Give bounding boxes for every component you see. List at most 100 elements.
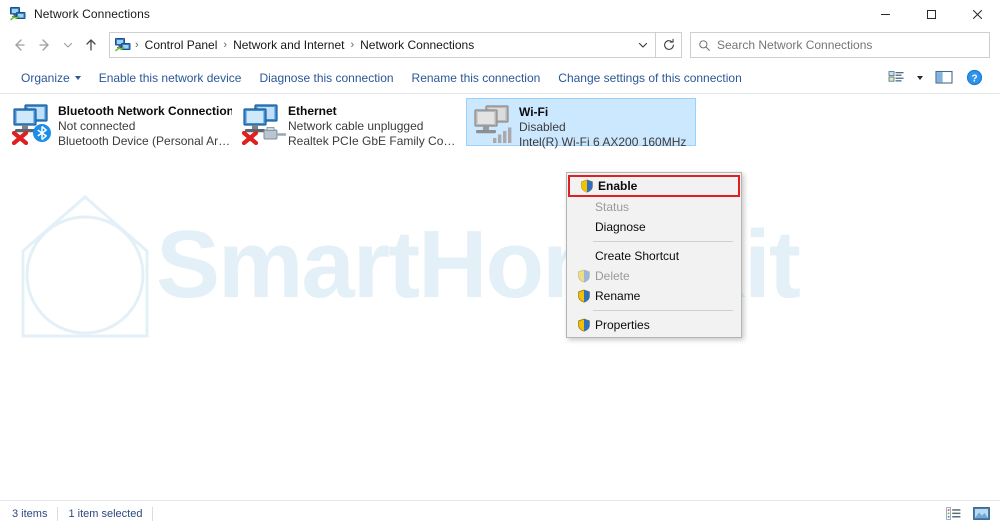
connection-status: Network cable unplugged <box>288 119 424 133</box>
refresh-button[interactable] <box>656 32 682 58</box>
window-controls <box>862 0 1000 28</box>
up-arrow-icon <box>86 39 96 51</box>
context-menu-label: Create Shortcut <box>595 249 680 263</box>
connection-name: Wi-Fi <box>519 105 549 119</box>
organize-button[interactable]: Organize <box>12 66 90 90</box>
rename-connection-button[interactable]: Rename this connection <box>403 66 550 90</box>
window-title: Network Connections <box>34 7 150 21</box>
breadcrumb-separator: › <box>223 39 228 51</box>
breadcrumb-separator: › <box>350 39 355 51</box>
ethernet-cable-icon <box>263 127 287 140</box>
large-icons-view-icon <box>972 507 990 520</box>
minimize-icon <box>880 13 890 15</box>
network-adapter-icon <box>471 102 519 146</box>
back-arrow-icon <box>15 39 25 51</box>
context-menu-label: Delete <box>595 269 630 283</box>
network-connections-icon <box>10 7 26 21</box>
view-options-dropdown[interactable] <box>912 65 928 91</box>
context-menu-item-enable[interactable]: Enable <box>568 175 740 197</box>
context-menu-item-properties[interactable]: Properties <box>567 315 741 335</box>
connection-status: Disabled <box>519 120 566 134</box>
connection-item-wifi[interactable]: Wi-Fi Disabled Intel(R) Wi-Fi 6 AX200 16… <box>466 98 696 149</box>
connection-text-ethernet: Ethernet Network cable unplugged Realtek… <box>288 101 462 149</box>
navigation-bar: › Control Panel › Network and Internet ›… <box>0 28 1000 62</box>
chevron-down-icon <box>638 42 648 48</box>
diagnose-connection-button[interactable]: Diagnose this connection <box>250 66 402 90</box>
network-connections-window: Network Connections › Control Panel › Ne… <box>0 0 1000 526</box>
maximize-button[interactable] <box>908 0 954 28</box>
breadcrumb-network-connections[interactable]: Network Connections <box>356 36 478 54</box>
maximize-icon <box>926 9 936 19</box>
smart-home-logo <box>21 195 149 338</box>
connection-device: Bluetooth Device (Personal Area ... <box>58 134 232 148</box>
details-view-button[interactable] <box>942 504 964 524</box>
context-menu-label: Status <box>595 200 630 214</box>
address-bar[interactable]: › Control Panel › Network and Internet ›… <box>109 32 656 58</box>
chevron-down-icon <box>74 75 81 80</box>
connection-status: Not connected <box>58 119 136 133</box>
search-input[interactable] <box>717 38 989 52</box>
network-connections-icon <box>115 38 131 52</box>
context-menu-item-create-shortcut[interactable]: Create Shortcut <box>567 246 741 266</box>
view-options-icon <box>888 70 903 82</box>
search-box[interactable] <box>690 32 990 58</box>
status-bar: 3 items 1 item selected <box>0 500 1000 526</box>
details-view-icon <box>945 507 960 520</box>
context-menu-separator <box>593 241 733 242</box>
preview-pane-icon <box>935 70 953 84</box>
context-menu-label: Enable <box>598 179 638 193</box>
selection-count-label: 1 item selected <box>68 507 143 520</box>
context-menu-item-diagnose[interactable]: Diagnose <box>567 217 741 237</box>
back-button[interactable] <box>6 32 32 58</box>
view-options-button[interactable] <box>882 65 910 91</box>
view-toggle-group <box>942 504 992 524</box>
connection-item-bluetooth[interactable]: Bluetooth Network Connection Not connect… <box>6 98 236 148</box>
context-menu-item-status: Status <box>567 197 741 217</box>
status-divider <box>57 506 59 521</box>
title-bar: Network Connections <box>0 0 1000 28</box>
item-count-label: 3 items <box>12 507 48 520</box>
network-adapter-icon <box>240 101 288 146</box>
context-menu-item-delete: Delete <box>567 266 741 286</box>
change-settings-button[interactable]: Change settings of this connection <box>549 66 750 90</box>
preview-pane-button[interactable] <box>930 65 958 91</box>
connection-name: Ethernet <box>288 104 337 118</box>
help-icon: ? <box>966 69 982 86</box>
search-icon <box>691 39 717 52</box>
context-menu-item-rename[interactable]: Rename <box>567 286 741 306</box>
close-button[interactable] <box>954 0 1000 28</box>
context-menu-label: Rename <box>595 289 641 303</box>
connections-list: Bluetooth Network Connection Not connect… <box>0 94 696 149</box>
watermark: SmartHomeKit <box>0 170 1000 360</box>
shield-icon <box>573 318 595 332</box>
connection-text-wifi: Wi-Fi Disabled Intel(R) Wi-Fi 6 AX200 16… <box>519 102 686 150</box>
large-icons-view-button[interactable] <box>970 504 992 524</box>
context-menu-label: Properties <box>595 318 650 332</box>
status-divider <box>152 506 154 521</box>
connection-name: Bluetooth Network Connection <box>58 104 232 118</box>
forward-button[interactable] <box>32 32 58 58</box>
connection-item-ethernet[interactable]: Ethernet Network cable unplugged Realtek… <box>236 98 466 149</box>
connections-content-area: SmartHomeKit Bluetooth Network Connectio… <box>0 94 1000 500</box>
svg-text:?: ? <box>971 73 977 84</box>
shield-icon <box>573 269 595 283</box>
context-menu-label: Diagnose <box>595 220 646 234</box>
minimize-button[interactable] <box>862 0 908 28</box>
connection-device: Intel(R) Wi-Fi 6 AX200 160MHz <box>519 135 687 149</box>
forward-arrow-icon <box>39 39 49 51</box>
breadcrumb: › Control Panel › Network and Internet ›… <box>110 36 631 54</box>
connection-device: Realtek PCIe GbE Family Controller <box>288 134 462 148</box>
breadcrumb-control-panel[interactable]: Control Panel <box>141 36 222 54</box>
enable-network-device-button[interactable]: Enable this network device <box>90 66 251 90</box>
address-dropdown-button[interactable] <box>631 33 655 57</box>
shield-icon <box>573 289 595 303</box>
breadcrumb-network-and-internet[interactable]: Network and Internet <box>229 36 348 54</box>
command-bar: Organize Enable this network device Diag… <box>0 62 1000 94</box>
context-menu-separator <box>593 310 733 311</box>
recent-locations-button[interactable] <box>58 32 78 58</box>
close-icon <box>972 9 982 19</box>
help-button[interactable]: ? <box>960 65 988 91</box>
organize-label: Organize <box>21 70 70 85</box>
breadcrumb-separator: › <box>135 39 139 51</box>
up-button[interactable] <box>78 32 104 58</box>
